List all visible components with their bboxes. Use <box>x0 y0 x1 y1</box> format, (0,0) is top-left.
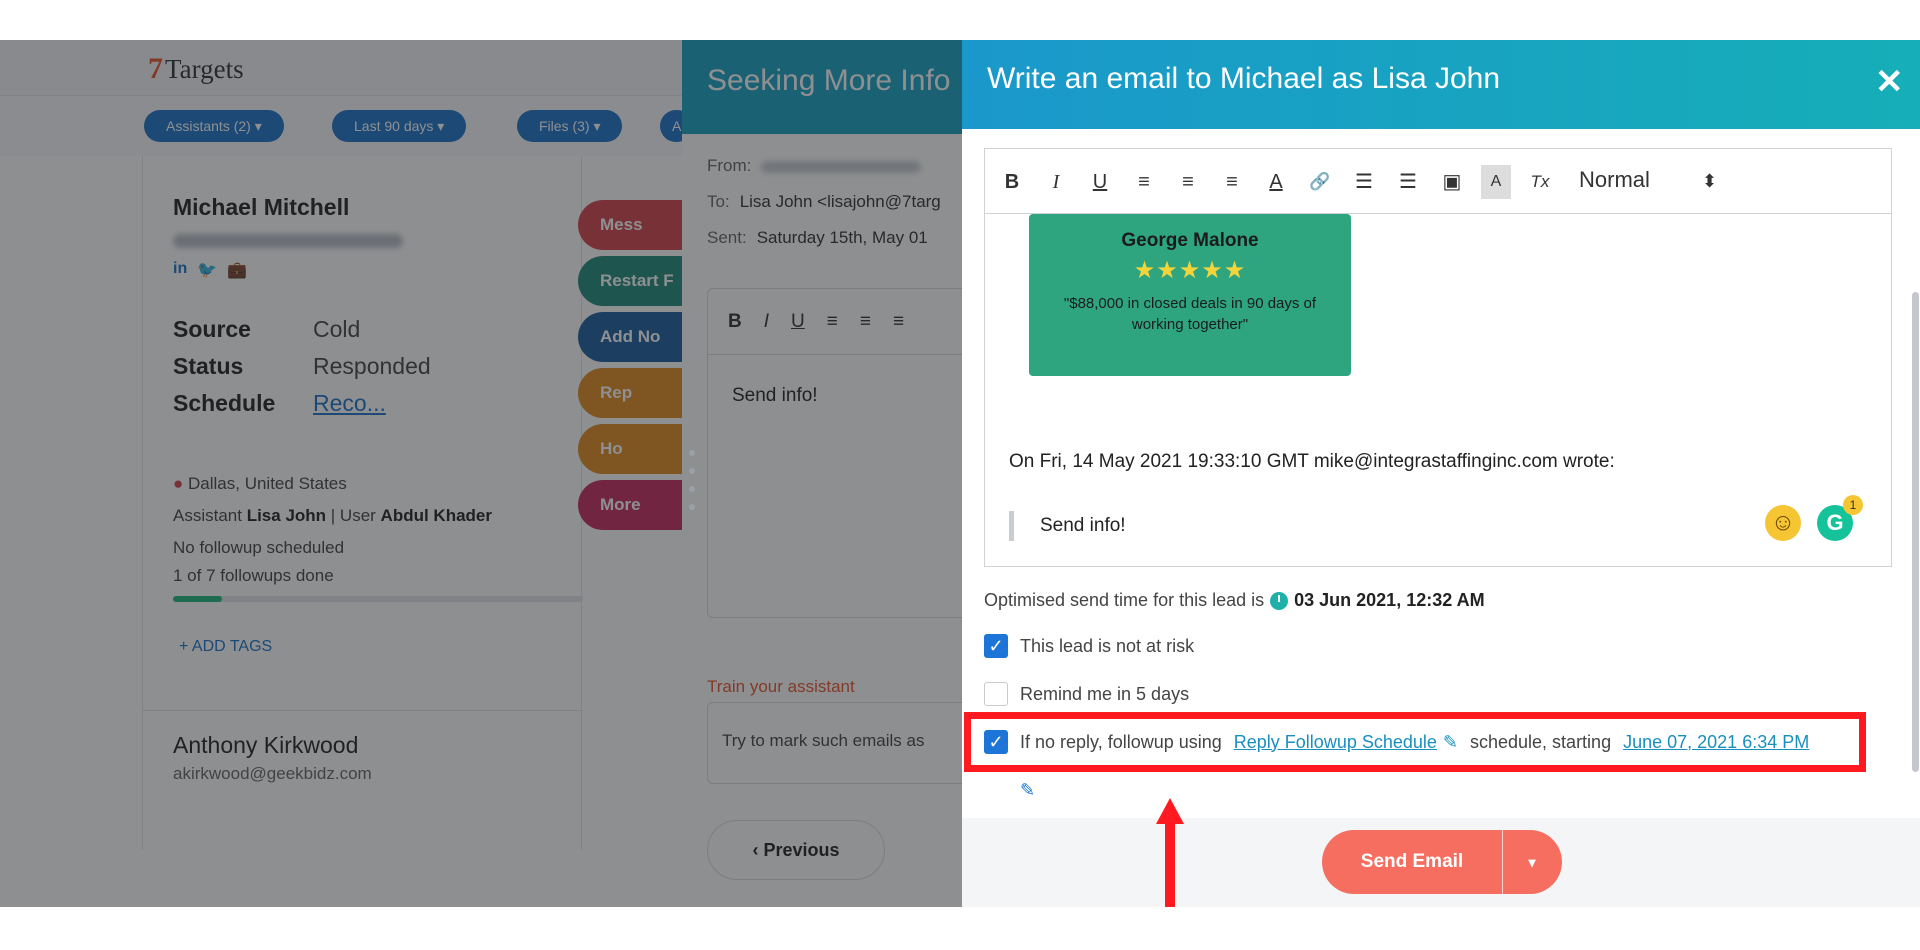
clear-format-icon[interactable]: Tx <box>1525 165 1555 199</box>
rating-stars: ★★★★★ <box>1133 257 1247 284</box>
text-color-button[interactable]: A <box>1261 165 1291 199</box>
testimonial-quote: "$88,000 in closed deals in 90 days of w… <box>1063 295 1317 333</box>
modal-header: Write an email to Michael as Lisa John ✕ <box>962 40 1920 129</box>
align-right-button[interactable]: ≡ <box>1217 165 1247 199</box>
optimised-send-time: Optimised send time for this lead is 03 … <box>984 590 1485 611</box>
link-icon[interactable]: 🔗 <box>1305 165 1335 199</box>
emoji-icon[interactable]: ☺ <box>1765 505 1801 541</box>
highlight-icon[interactable]: A <box>1481 165 1511 199</box>
option-remind: Remind me in 5 days <box>984 682 1189 706</box>
grammarly-count-badge: 1 <box>1843 495 1863 515</box>
edit-pencil-icon[interactable]: ✎ <box>1020 780 1035 801</box>
modal-footer: Send Email ▾ <box>962 818 1920 907</box>
close-icon[interactable]: ✕ <box>1875 60 1904 104</box>
format-select[interactable]: Normal ⬍ <box>1579 167 1717 193</box>
editor-toolbar: B I U ≡ ≡ ≡ A 🔗 ☰ ☰ ▣ A Tx Normal ⬍ <box>985 149 1891 214</box>
send-email-button[interactable]: Send Email ▾ <box>1322 830 1562 894</box>
not-at-risk-label[interactable]: This lead is not at risk <box>1020 636 1194 657</box>
optimised-label: Optimised send time for this lead is <box>984 590 1265 610</box>
button-divider <box>1502 830 1503 894</box>
not-at-risk-checkbox[interactable]: ✓ <box>984 634 1008 658</box>
bullet-list-icon[interactable]: ☰ <box>1393 165 1423 199</box>
quoted-text: Send info! <box>1040 515 1126 536</box>
chevron-down-icon[interactable]: ▾ <box>1510 830 1554 894</box>
underline-button[interactable]: U <box>1085 165 1115 199</box>
ordered-list-icon[interactable]: ☰ <box>1349 165 1379 199</box>
clock-icon <box>1270 591 1289 610</box>
align-center-button[interactable]: ≡ <box>1173 165 1203 199</box>
modal-title: Write an email to Michael as Lisa John <box>987 62 1501 95</box>
send-email-label[interactable]: Send Email <box>1322 830 1502 894</box>
updown-icon: ⬍ <box>1702 171 1718 191</box>
quote-bar <box>1009 511 1014 541</box>
annotation-highlight-box <box>964 712 1866 772</box>
bold-button[interactable]: B <box>997 165 1027 199</box>
optimised-time: 03 Jun 2021, 12:32 AM <box>1294 590 1485 610</box>
arrow-shape <box>1156 798 1184 907</box>
testimonial-card: George Malone ★★★★★ "$88,000 in closed d… <box>1029 214 1351 376</box>
option-not-at-risk: ✓ This lead is not at risk <box>984 634 1194 658</box>
scrollbar[interactable] <box>1912 292 1919 772</box>
quoted-header: On Fri, 14 May 2021 19:33:10 GMT mike@in… <box>1009 451 1615 472</box>
format-value: Normal <box>1579 167 1650 192</box>
overlay-dim <box>0 40 962 907</box>
remind-label[interactable]: Remind me in 5 days <box>1020 684 1189 705</box>
align-left-button[interactable]: ≡ <box>1129 165 1159 199</box>
compose-email-modal: Write an email to Michael as Lisa John ✕… <box>962 40 1920 907</box>
resize-handle[interactable] <box>688 450 696 510</box>
image-icon[interactable]: ▣ <box>1437 165 1467 199</box>
email-editor[interactable]: B I U ≡ ≡ ≡ A 🔗 ☰ ☰ ▣ A Tx Normal ⬍ Geor… <box>984 148 1892 567</box>
annotation-arrow <box>1156 798 1184 907</box>
testimonial-name: George Malone <box>1121 230 1259 251</box>
italic-button[interactable]: I <box>1041 165 1071 199</box>
remind-checkbox[interactable] <box>984 682 1008 706</box>
screen: 7 Targets Assistants (2) ▾ Last 90 days … <box>0 40 1920 907</box>
